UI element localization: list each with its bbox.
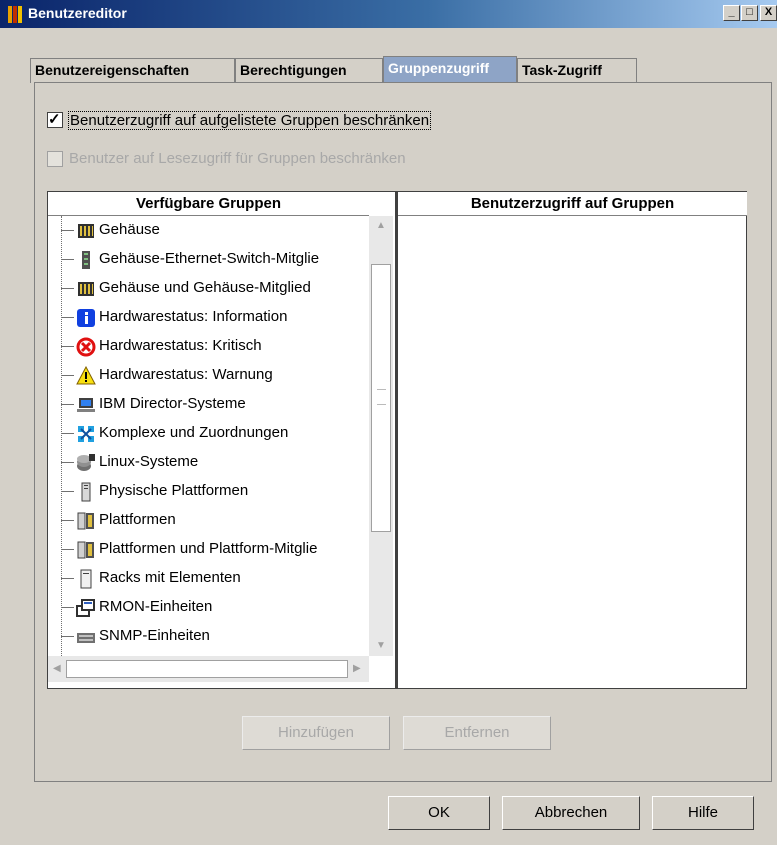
- list-item-label: Plattformen und Plattform-Mitglie: [99, 540, 318, 557]
- list-item[interactable]: Plattformen: [48, 506, 368, 535]
- tree-branch: [61, 346, 74, 347]
- list-item-label: Gehäuse und Gehäuse-Mitglied: [99, 279, 311, 296]
- list-item[interactable]: Racks mit Elementen: [48, 564, 368, 593]
- tree-branch: [61, 549, 74, 550]
- list-item-label: Physische Plattformen: [99, 482, 249, 499]
- tree-branch: [61, 607, 74, 608]
- window-title: Benutzereditor: [28, 5, 127, 21]
- list-item[interactable]: Gehäuse: [48, 216, 368, 245]
- remove-button[interactable]: Entfernen: [403, 716, 551, 750]
- list-item-label: SNMP-Einheiten: [99, 627, 210, 644]
- switch-icon: [82, 251, 90, 269]
- check-mark-icon: ✓: [48, 111, 61, 128]
- tree-branch: [61, 636, 74, 637]
- restrict-read-checkbox[interactable]: [47, 151, 63, 167]
- list-item-label: Hardwarestatus: Warnung: [99, 366, 273, 383]
- linux-icon: [77, 454, 95, 471]
- list-item[interactable]: Hardwarestatus: Kritisch: [48, 332, 368, 361]
- tree-branch: [61, 404, 74, 405]
- list-item[interactable]: Plattformen und Plattform-Mitglie: [48, 535, 368, 564]
- scroll-left-icon[interactable]: ◀: [53, 663, 61, 674]
- critical-icon: [76, 337, 96, 357]
- restrict-groups-checkbox[interactable]: ✓: [47, 111, 63, 128]
- available-groups-list[interactable]: Verfügbare Gruppen Gehäuse Gehäuse-Ethern…: [47, 191, 396, 689]
- grip-icon: [377, 389, 386, 405]
- tree-branch: [61, 317, 74, 318]
- list-item[interactable]: Gehäuse und Gehäuse-Mitglied: [48, 274, 368, 303]
- title-bar: Benutzereditor _ □ X: [0, 0, 777, 28]
- platform-icon: [77, 541, 94, 559]
- chassis-icon: [78, 224, 94, 238]
- tab-benutzereigenschaften[interactable]: Benutzereigenschaften: [30, 58, 235, 83]
- tree-branch: [61, 230, 74, 231]
- available-groups-header[interactable]: Verfügbare Gruppen: [48, 192, 369, 216]
- tree-branch: [61, 578, 74, 579]
- hscroll-thumb[interactable]: [66, 660, 348, 678]
- restrict-read-label: Benutzer auf Lesezugriff für Gruppen bes…: [69, 150, 406, 167]
- tree-branch: [61, 288, 74, 289]
- cancel-button[interactable]: Abbrechen: [502, 796, 640, 830]
- list-item[interactable]: Physische Plattformen: [48, 477, 368, 506]
- app-icon: [8, 6, 22, 23]
- chassis-icon: [78, 282, 94, 296]
- scroll-thumb[interactable]: [371, 264, 391, 532]
- list-item-label: Hardwarestatus: Kritisch: [99, 337, 262, 354]
- restrict-groups-label[interactable]: Benutzerzugriff auf aufgelistete Gruppen…: [68, 111, 432, 130]
- minimize-button[interactable]: _: [723, 5, 740, 21]
- list-item-label: IBM Director-Systeme: [99, 395, 246, 412]
- ok-button[interactable]: OK: [388, 796, 490, 830]
- list-item[interactable]: Komplexe und Zuordnungen: [48, 419, 368, 448]
- list-item[interactable]: Gehäuse-Ethernet-Switch-Mitglie: [48, 245, 368, 274]
- tree-branch: [61, 491, 74, 492]
- tab-berechtigungen[interactable]: Berechtigungen: [235, 58, 383, 83]
- rmon-icon: [76, 599, 95, 617]
- list-item-label: Linux-Systeme: [99, 453, 199, 470]
- vertical-scrollbar[interactable]: ▲ ▼: [369, 216, 393, 656]
- tree-branch: [61, 462, 74, 463]
- list-item[interactable]: Hardwarestatus: Information: [48, 303, 368, 332]
- server-icon: [81, 482, 91, 502]
- tree-branch: [61, 520, 74, 521]
- scroll-right-icon[interactable]: ▶: [353, 663, 361, 674]
- assigned-groups-header[interactable]: Benutzerzugriff auf Gruppen: [398, 192, 747, 216]
- list-item[interactable]: IBM Director-Systeme: [48, 390, 368, 419]
- list-item[interactable]: Hardwarestatus: Warnung: [48, 361, 368, 390]
- list-item-label: Gehäuse-Ethernet-Switch-Mitglie: [99, 250, 320, 267]
- info-icon: [77, 309, 95, 327]
- list-item-label: RMON-Einheiten: [99, 598, 213, 615]
- tree-branch: [61, 259, 74, 260]
- list-item[interactable]: SNMP-Einheiten: [48, 622, 368, 651]
- platform-icon: [77, 512, 94, 530]
- list-item[interactable]: Linux-Systeme: [48, 448, 368, 477]
- horizontal-scrollbar[interactable]: ◀ ▶: [48, 656, 369, 682]
- warning-icon: [76, 366, 96, 385]
- tree-branch: [61, 433, 74, 434]
- tab-gruppenzugriff[interactable]: Gruppenzugriff: [383, 56, 517, 83]
- network-icon: [78, 426, 94, 442]
- list-item-label: Plattformen: [99, 511, 176, 528]
- list-item-label: Racks mit Elementen: [99, 569, 241, 586]
- snmp-icon: [77, 633, 95, 643]
- list-item-label: Gehäuse: [99, 221, 160, 238]
- close-button[interactable]: X: [760, 5, 777, 21]
- add-button[interactable]: Hinzufügen: [242, 716, 390, 750]
- help-button[interactable]: Hilfe: [652, 796, 754, 830]
- list-item-label: Hardwarestatus: Information: [99, 308, 288, 325]
- list-item-label: Komplexe und Zuordnungen: [99, 424, 289, 441]
- maximize-button[interactable]: □: [741, 5, 758, 21]
- scroll-down-icon[interactable]: ▼: [376, 640, 386, 651]
- assigned-groups-list[interactable]: Benutzerzugriff auf Gruppen: [396, 191, 747, 689]
- rack-icon: [80, 569, 92, 589]
- list-item[interactable]: RMON-Einheiten: [48, 593, 368, 622]
- tree-branch: [61, 375, 74, 376]
- scroll-up-icon[interactable]: ▲: [376, 220, 386, 231]
- computer-icon: [77, 398, 95, 412]
- tab-task-zugriff[interactable]: Task-Zugriff: [517, 58, 637, 83]
